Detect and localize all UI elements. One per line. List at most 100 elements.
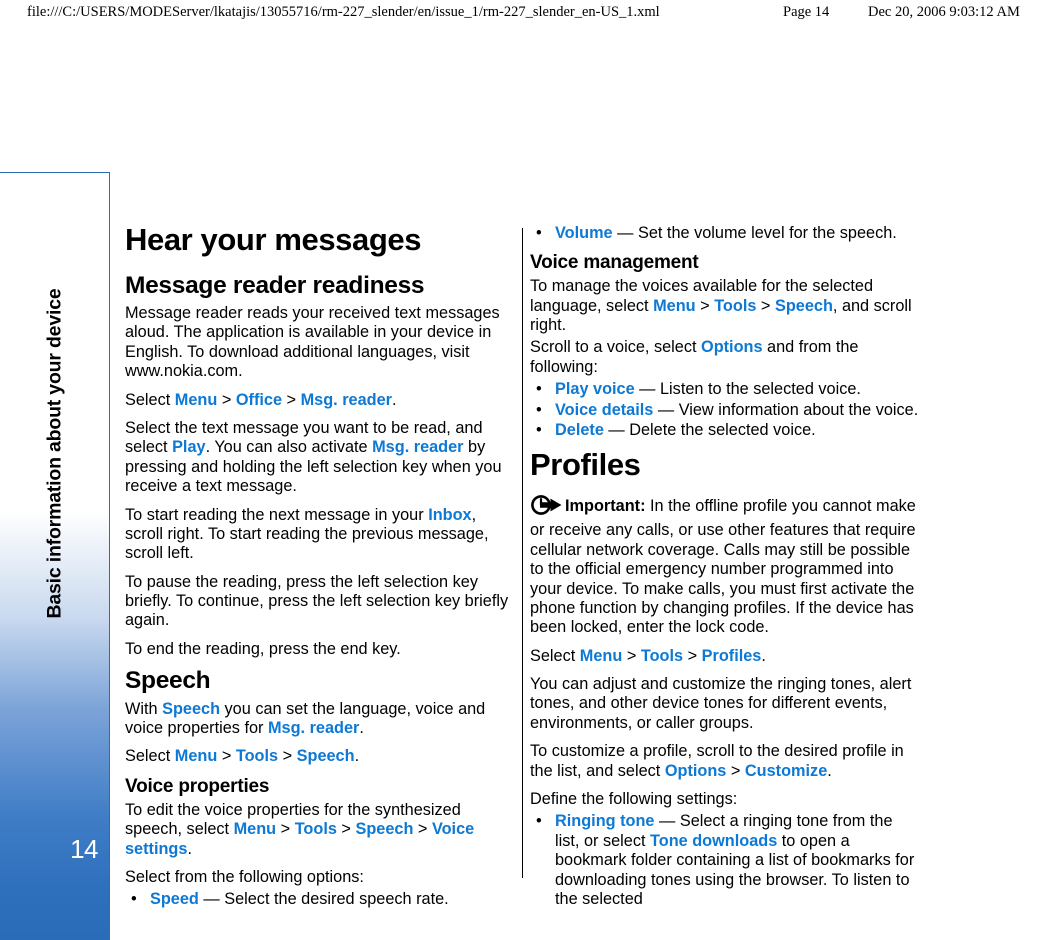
menu-link-tools[interactable]: Tools: [236, 747, 278, 765]
page-title: Hear your messages: [125, 222, 422, 257]
text-fragment: —: [654, 812, 680, 831]
menu-path-sep: >: [278, 747, 297, 766]
text-fragment: —: [198, 890, 225, 909]
menu-path-lead: Select: [125, 747, 175, 766]
paragraph-next-message: To start reading the next message in you…: [125, 506, 515, 564]
paragraph-voice-management-path: To manage the voices available for the s…: [530, 277, 920, 335]
bullet-glyph: •: [536, 380, 542, 399]
section-title-profiles: Profiles: [530, 447, 641, 483]
menu-path-sep: >: [282, 390, 301, 409]
bullet-glyph: •: [536, 812, 542, 831]
text-fragment: .: [359, 719, 364, 738]
text-fragment: Listen to the selected voice.: [660, 380, 861, 399]
left-column: Hear your messages Message reader readin…: [125, 222, 515, 919]
menu-link-voice-details[interactable]: Voice details: [555, 401, 653, 419]
menu-path-sep: >: [336, 820, 356, 839]
print-header-date: Dec 20, 2006 9:03:12 AM: [868, 4, 1020, 20]
menu-link-office[interactable]: Office: [236, 391, 282, 409]
menu-link-tools[interactable]: Tools: [714, 297, 756, 315]
text-fragment: With: [125, 699, 163, 718]
paragraph-customize-profile: To customize a profile, scroll to the de…: [530, 742, 920, 781]
subsection-heading-voice-properties: Voice properties: [125, 775, 270, 797]
paragraph-pause-reading: To pause the reading, press the left sel…: [125, 572, 509, 630]
menu-path-lead: Select: [125, 390, 175, 409]
text-fragment: View information about the voice.: [678, 400, 919, 419]
chapter-title: Basic information about your device: [0, 173, 109, 733]
menu-link-customize[interactable]: Customize: [745, 762, 827, 780]
menu-path-lead: Select: [530, 646, 580, 665]
paragraph-define-settings-lead: Define the following settings:: [530, 790, 738, 809]
menu-path-sep: >: [622, 646, 641, 665]
section-heading-speech: Speech: [125, 667, 211, 695]
bullet-glyph: •: [536, 421, 542, 440]
menu-path-speech: Select Menu > Tools > Speech.: [125, 747, 515, 766]
bullet-glyph: •: [536, 400, 542, 419]
menu-link-menu[interactable]: Menu: [234, 820, 277, 838]
list-voice-management-options: • Play voice — Listen to the selected voi…: [530, 380, 920, 440]
text-fragment: . You can also activate: [205, 438, 373, 457]
menu-link-menu[interactable]: Menu: [175, 747, 218, 765]
menu-link-msg-reader[interactable]: Msg. reader: [268, 719, 359, 737]
text-fragment: To start reading the next message in you…: [125, 505, 429, 524]
list-item: • Ringing tone — Select a ringing tone fr…: [530, 812, 920, 909]
menu-path-sep: >: [695, 296, 715, 315]
menu-path-profiles: Select Menu > Tools > Profiles.: [530, 647, 920, 666]
menu-link-msg-reader[interactable]: Msg. reader: [372, 438, 463, 456]
menu-link-play-voice[interactable]: Play voice: [555, 380, 635, 398]
menu-link-menu[interactable]: Menu: [580, 647, 623, 665]
chapter-title-text: Basic information about your device: [43, 288, 66, 618]
bullet-glyph: •: [536, 224, 542, 242]
menu-link-volume[interactable]: Volume: [555, 224, 613, 242]
important-note: Important: In the offline profile you ca…: [530, 494, 920, 638]
menu-link-tools[interactable]: Tools: [295, 820, 337, 838]
menu-link-menu[interactable]: Menu: [653, 297, 696, 315]
menu-link-profiles[interactable]: Profiles: [702, 647, 762, 665]
menu-link-tools[interactable]: Tools: [641, 647, 683, 665]
menu-link-play[interactable]: Play: [172, 438, 206, 456]
print-header-url: file:///C:/USERS/MODEServer/lkatajis/130…: [27, 4, 660, 20]
text-fragment: —: [612, 224, 638, 242]
menu-path-tail: .: [187, 839, 192, 858]
menu-link-speech[interactable]: Speech: [775, 297, 833, 315]
menu-path-sep: >: [276, 820, 295, 839]
list-item: • Speed — Select the desired speech rate.: [125, 890, 515, 909]
paragraph-select-text-message: Select the text message you want to be r…: [125, 419, 515, 497]
paragraph-speech-intro: With Speech you can set the language, vo…: [125, 700, 515, 739]
list-profile-settings: • Ringing tone — Select a ringing tone fr…: [530, 812, 920, 909]
paragraph-message-reader-intro: Message reader reads your received text …: [125, 304, 500, 381]
right-column: • Volume — Set the volume level for the s…: [530, 224, 920, 918]
menu-path-sep: >: [217, 390, 236, 409]
page-number: 14: [70, 834, 98, 864]
paragraph-options-lead: Select from the following options:: [125, 867, 364, 886]
menu-link-options[interactable]: Options: [701, 338, 763, 356]
menu-link-speech[interactable]: Speech: [355, 820, 413, 838]
text-fragment: —: [603, 421, 630, 440]
subsection-heading-voice-management: Voice management: [530, 252, 699, 274]
menu-link-delete[interactable]: Delete: [555, 421, 604, 439]
list-item: • Play voice — Listen to the selected voi…: [530, 380, 920, 399]
section-heading-message-reader-readiness: Message reader readiness: [125, 271, 425, 299]
menu-link-tone-downloads[interactable]: Tone downloads: [650, 832, 777, 850]
paragraph-scroll-to-voice: Scroll to a voice, select Options and fr…: [530, 338, 920, 377]
menu-link-speech[interactable]: Speech: [297, 747, 355, 765]
text-fragment: —: [634, 380, 660, 399]
menu-path-sep: >: [217, 747, 236, 766]
text-fragment: Delete the selected voice.: [629, 421, 816, 440]
list-item: • Volume — Set the volume level for the s…: [530, 224, 920, 243]
text-fragment: Set the volume level for the speech.: [637, 224, 897, 242]
list-item: • Voice details — View information about …: [530, 401, 920, 420]
menu-path-msg-reader: Select Menu > Office > Msg. reader.: [125, 391, 515, 410]
menu-link-menu[interactable]: Menu: [175, 391, 218, 409]
menu-link-msg-reader[interactable]: Msg. reader: [301, 391, 392, 409]
paragraph-end-reading: To end the reading, press the end key.: [125, 639, 401, 658]
menu-path-sep: >: [726, 761, 745, 780]
menu-link-options[interactable]: Options: [665, 762, 727, 780]
text-fragment: Select the desired speech rate.: [224, 890, 449, 909]
menu-link-inbox[interactable]: Inbox: [428, 506, 471, 524]
list-voice-property-options: • Speed — Select the desired speech rate.: [125, 890, 515, 909]
menu-path-sep: >: [756, 296, 775, 315]
menu-link-ringing-tone[interactable]: Ringing tone: [555, 812, 654, 830]
menu-link-speech[interactable]: Speech: [162, 700, 220, 718]
menu-link-speed[interactable]: Speed: [150, 890, 199, 908]
text-fragment: Scroll to a voice, select: [530, 338, 702, 357]
